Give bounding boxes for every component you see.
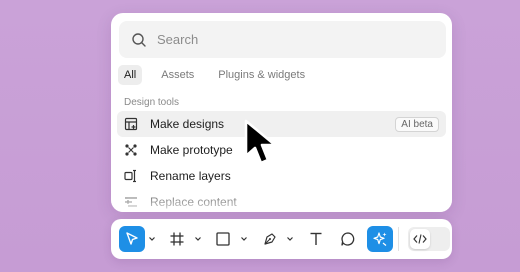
frame-hash-icon bbox=[169, 231, 185, 247]
ai-beta-badge: AI beta bbox=[395, 117, 439, 132]
search-input[interactable] bbox=[157, 32, 417, 47]
section-heading: Design tools bbox=[124, 97, 180, 108]
bottom-toolbar bbox=[111, 219, 452, 259]
make-designs-icon bbox=[124, 117, 138, 131]
dev-mode-toggle[interactable] bbox=[408, 227, 450, 251]
sparkle-icon bbox=[372, 231, 388, 247]
menu-item-label: Rename layers bbox=[150, 169, 231, 183]
mouse-pointer-icon bbox=[242, 118, 282, 170]
replace-content-icon bbox=[124, 195, 138, 209]
rectangle-icon bbox=[215, 231, 231, 247]
prototype-icon bbox=[124, 143, 138, 157]
frame-tool-button[interactable] bbox=[164, 226, 190, 252]
code-brackets-icon bbox=[413, 233, 427, 245]
cursor-arrow-icon bbox=[124, 231, 140, 247]
search-bar[interactable] bbox=[119, 21, 446, 58]
chevron-down-icon[interactable] bbox=[148, 235, 156, 243]
search-icon bbox=[131, 32, 147, 48]
move-tool-button[interactable] bbox=[119, 226, 145, 252]
shape-tool-button[interactable] bbox=[210, 226, 236, 252]
text-t-icon bbox=[308, 231, 324, 247]
menu-item-label: Make designs bbox=[150, 117, 225, 131]
toolbar-divider bbox=[398, 227, 399, 251]
chevron-down-icon[interactable] bbox=[286, 235, 294, 243]
actions-ai-button[interactable] bbox=[367, 226, 393, 252]
comment-bubble-icon bbox=[340, 231, 356, 247]
tab-plugins-widgets[interactable]: Plugins & widgets bbox=[212, 65, 311, 85]
comment-tool-button[interactable] bbox=[335, 226, 361, 252]
tab-all[interactable]: All bbox=[118, 65, 143, 85]
tab-assets[interactable]: Assets bbox=[155, 65, 200, 85]
chevron-down-icon[interactable] bbox=[194, 235, 202, 243]
filter-tabs: All Assets Plugins & widgets bbox=[118, 64, 323, 86]
dev-mode-knob bbox=[410, 229, 430, 249]
canvas-background: All Assets Plugins & widgets Design tool… bbox=[0, 0, 520, 272]
pen-tool-button[interactable] bbox=[257, 226, 283, 252]
text-tool-button[interactable] bbox=[303, 226, 329, 252]
menu-item-replace-content[interactable]: Replace content bbox=[117, 189, 446, 212]
rename-layers-icon bbox=[124, 169, 138, 183]
menu-item-label: Replace content bbox=[150, 195, 237, 209]
pen-nib-icon bbox=[262, 231, 278, 247]
quick-actions-panel: All Assets Plugins & widgets Design tool… bbox=[111, 13, 452, 212]
menu-item-label: Make prototype bbox=[150, 143, 233, 157]
chevron-down-icon[interactable] bbox=[240, 235, 248, 243]
